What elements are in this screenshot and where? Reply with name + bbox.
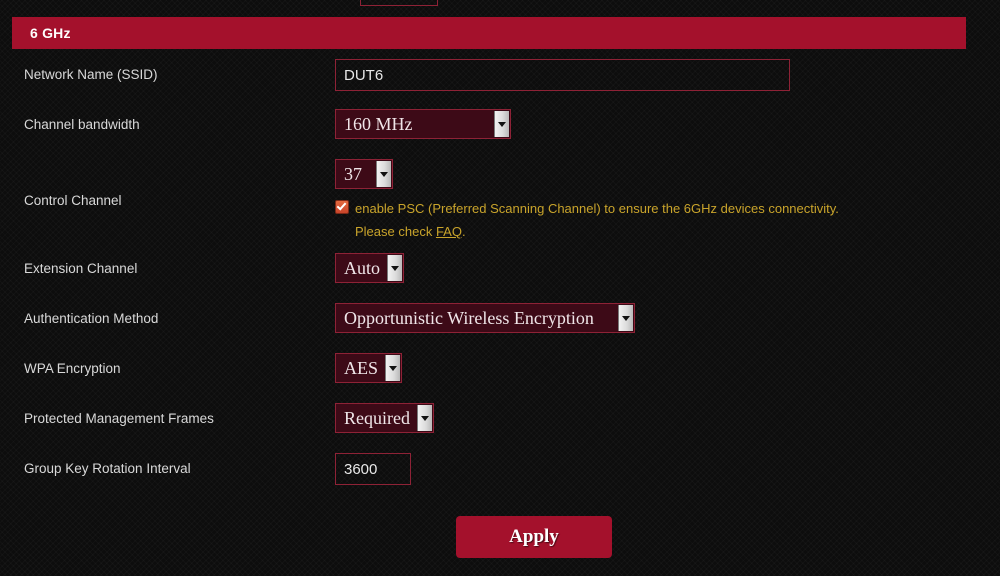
row-protected-management-frames: Protected Management Frames Required [0,393,1000,443]
field-network-name [335,49,1000,91]
chevron-down-icon[interactable] [416,405,432,431]
extension-channel-value: Auto [344,258,380,278]
label-channel-bandwidth: Channel bandwidth [24,117,140,132]
label-network-name: Network Name (SSID) [24,67,158,82]
row-wpa-encryption: WPA Encryption AES [0,343,1000,393]
label-protected-management-frames: Protected Management Frames [24,411,214,426]
field-authentication-method: Opportunistic Wireless Encryption [335,293,1000,333]
psc-hint-text: enable PSC (Preferred Scanning Channel) … [355,197,839,243]
apply-button[interactable]: Apply [456,516,612,558]
check-icon [336,200,347,211]
band-header: 6 GHz [12,17,966,49]
field-control-channel: 37 enable PSC (Preferred Scanning Channe… [335,149,1000,243]
group-key-rotation-interval-input[interactable] [335,453,411,485]
wpa-encryption-value: AES [344,358,379,378]
field-extension-channel: Auto [335,243,1000,283]
label-wpa-encryption: WPA Encryption [24,361,121,376]
psc-hint-line1: enable PSC (Preferred Scanning Channel) … [355,201,839,216]
channel-bandwidth-select[interactable]: 160 MHz [335,109,511,139]
ssid-input[interactable] [335,59,790,91]
protected-management-frames-select[interactable]: Required [335,403,434,433]
row-control-channel: Control Channel 37 enable PSC (Preferred… [0,149,1000,243]
control-channel-value: 37 [344,164,362,184]
label-group-key-rotation-interval: Group Key Rotation Interval [24,461,191,476]
chevron-down-icon[interactable] [376,161,391,187]
chevron-down-icon[interactable] [494,111,509,137]
psc-hint-line2-prefix: Please check [355,224,436,239]
row-group-key-rotation-interval: Group Key Rotation Interval [0,443,1000,493]
label-authentication-method: Authentication Method [24,311,159,326]
wpa-encryption-select[interactable]: AES [335,353,403,383]
channel-bandwidth-value: 160 MHz [344,114,413,134]
authentication-method-value: Opportunistic Wireless Encryption [344,308,594,328]
faq-link[interactable]: FAQ [436,224,462,239]
wireless-settings-form: Network Name (SSID) Channel bandwidth 16… [0,49,1000,493]
row-network-name: Network Name (SSID) [0,49,1000,99]
row-channel-bandwidth: Channel bandwidth 160 MHz [0,99,1000,149]
psc-checkbox[interactable] [335,200,349,214]
authentication-method-select[interactable]: Opportunistic Wireless Encryption [335,303,635,333]
band-header-title: 6 GHz [30,25,71,41]
extension-channel-select[interactable]: Auto [335,253,404,283]
field-wpa-encryption: AES [335,343,1000,383]
psc-hint-line2-suffix: . [461,224,466,239]
label-control-channel: Control Channel [24,193,122,208]
chevron-down-icon[interactable] [618,305,633,331]
psc-option: enable PSC (Preferred Scanning Channel) … [335,197,975,243]
chevron-down-icon[interactable] [385,355,401,381]
clipped-input-above[interactable] [360,0,438,6]
row-authentication-method: Authentication Method Opportunistic Wire… [0,293,1000,343]
field-group-key-rotation-interval [335,443,1000,485]
protected-management-frames-value: Required [344,408,410,428]
form-actions: Apply [0,516,1000,558]
row-extension-channel: Extension Channel Auto [0,243,1000,293]
chevron-down-icon[interactable] [387,255,402,281]
field-channel-bandwidth: 160 MHz [335,99,1000,139]
control-channel-select[interactable]: 37 [335,159,393,189]
field-protected-management-frames: Required [335,393,1000,433]
label-extension-channel: Extension Channel [24,261,138,276]
